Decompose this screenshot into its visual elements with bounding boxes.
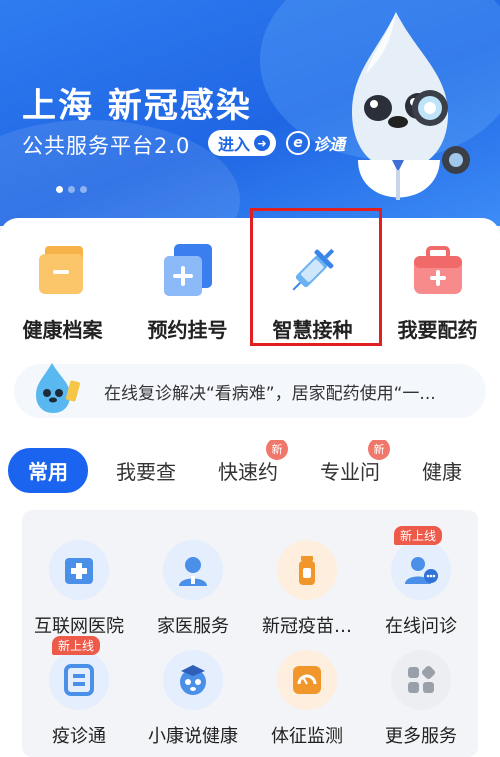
category-tabs: 常用 我要查 快速约 新 专业问 新 健康: [0, 440, 500, 500]
quick-entry-appointment[interactable]: 预约挂号: [125, 230, 250, 350]
family-doctor-icon: [163, 540, 223, 600]
service-label: 小康说健康: [148, 726, 238, 747]
services-grid: 互联网医院 家医服务 新冠疫苗… 新上线 在线问诊 新上线 疫诊通 小康说健康 …: [22, 510, 478, 757]
tab-health[interactable]: 健康: [422, 456, 462, 485]
service-family-doctor[interactable]: 家医服务: [136, 540, 250, 638]
enter-label: 进入: [218, 135, 251, 154]
xiaokang-icon: [163, 650, 223, 710]
online-consult-icon: [391, 540, 451, 600]
arrow-right-icon: ➜: [254, 135, 271, 151]
new-online-badge: 新上线: [52, 636, 101, 655]
service-label: 更多服务: [385, 726, 457, 747]
covid-vaccine-icon: [277, 540, 337, 600]
tab-professional-ask[interactable]: 专业问 新: [320, 440, 390, 485]
vital-sign-icon: [277, 650, 337, 710]
tab-common[interactable]: 常用: [8, 447, 88, 493]
appointment-icon: [163, 244, 212, 296]
tab-label: 健康: [422, 459, 462, 484]
more-services-icon: [391, 650, 451, 710]
medicine-kit-icon: [413, 246, 462, 294]
new-badge: 新: [266, 440, 288, 460]
tab-label: 快速约: [218, 459, 278, 484]
service-yizhentong[interactable]: 新上线 疫诊通: [22, 636, 136, 748]
highlight-box: [250, 208, 382, 346]
service-more[interactable]: 更多服务: [364, 650, 478, 748]
tab-label: 专业问: [320, 459, 380, 484]
carousel-dots[interactable]: [56, 186, 87, 193]
hero-banner[interactable]: 上海 新冠感染 公共服务平台2.0 进入 ➜ e 诊通: [0, 0, 500, 226]
quick-entry-label: 健康档案: [22, 318, 103, 342]
internet-hospital-icon: [49, 540, 109, 600]
service-xiaokang[interactable]: 小康说健康: [136, 650, 250, 748]
quick-entry-medicine[interactable]: 我要配药: [375, 230, 500, 350]
quick-entry-label: 我要配药: [397, 318, 478, 342]
new-online-badge: 新上线: [394, 526, 443, 545]
carousel-dot[interactable]: [56, 186, 63, 193]
service-label: 互联网医院: [34, 616, 124, 637]
mascot-illustration: [352, 12, 470, 200]
service-internet-hospital[interactable]: 互联网医院: [22, 540, 136, 638]
banner-title: 上海 新冠感染: [22, 86, 252, 126]
service-label: 新冠疫苗…: [262, 616, 352, 637]
notice-text: 在线复诊解决“看病难”，居家配药使用“一...: [104, 383, 436, 404]
service-label: 家医服务: [157, 616, 229, 637]
health-file-icon: [38, 246, 83, 294]
carousel-dot[interactable]: [68, 186, 75, 193]
mascot-avatar-icon: [36, 363, 80, 413]
service-online-consult[interactable]: 新上线 在线问诊: [364, 526, 478, 638]
banner-subtitle: 公共服务平台2.0: [22, 134, 191, 158]
tab-quick-appointment[interactable]: 快速约 新: [218, 440, 288, 485]
service-label: 疫诊通: [52, 726, 106, 747]
e-logo-icon: e: [286, 131, 310, 155]
tab-check[interactable]: 我要查: [116, 456, 176, 485]
quick-entry-label: 预约挂号: [147, 318, 228, 342]
service-label: 在线问诊: [385, 616, 457, 637]
quick-entry-health-file[interactable]: 健康档案: [0, 230, 125, 350]
yizhentong-icon: [49, 650, 109, 710]
tab-label: 我要查: [116, 459, 176, 484]
service-vital-sign[interactable]: 体征监测: [250, 650, 364, 748]
service-label: 体征监测: [271, 726, 343, 747]
new-badge: 新: [368, 440, 390, 460]
service-covid-vaccine[interactable]: 新冠疫苗…: [250, 540, 364, 638]
carousel-dot[interactable]: [80, 186, 87, 193]
notice-bar[interactable]: 在线复诊解决“看病难”，居家配药使用“一...: [14, 363, 486, 418]
enter-button[interactable]: 进入 ➜: [208, 130, 277, 156]
